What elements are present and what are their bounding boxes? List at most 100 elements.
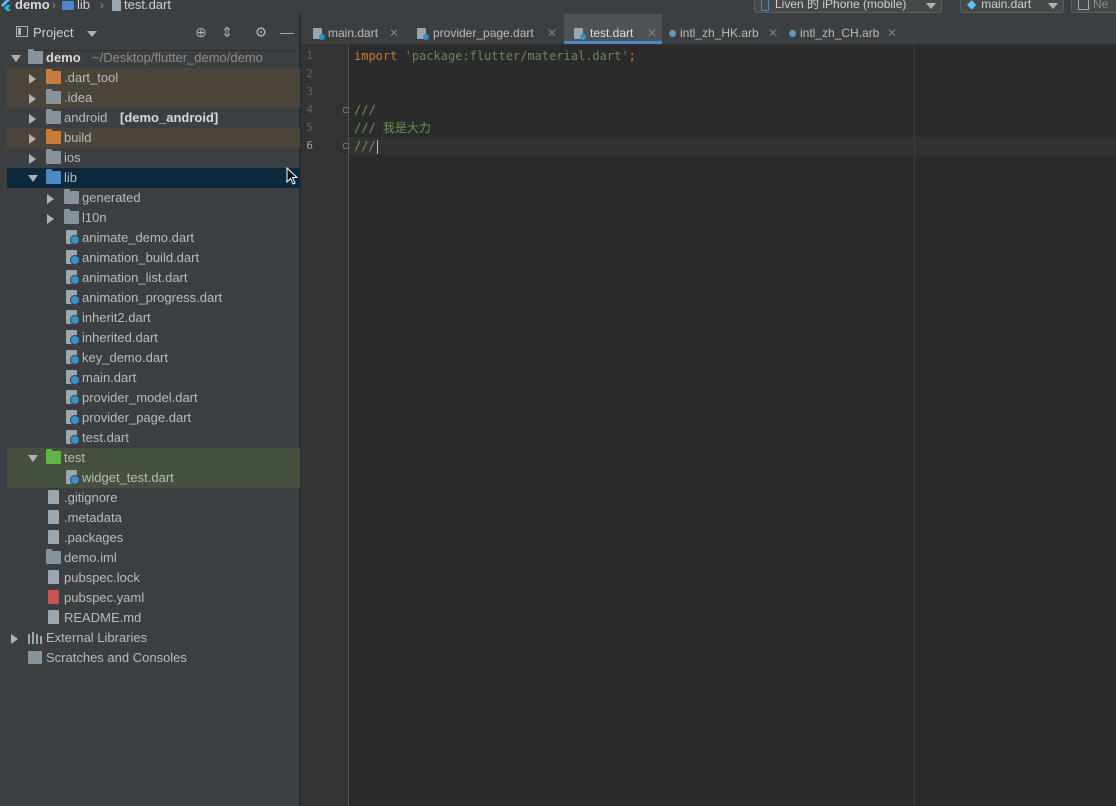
breadcrumb-project[interactable]: demo — [0, 0, 50, 13]
text-file-icon — [48, 510, 59, 524]
tree-item-ios[interactable]: ios — [7, 148, 300, 168]
test-folder-icon — [46, 449, 61, 464]
collapse-all-icon[interactable]: ⇕ — [219, 24, 235, 40]
tree-item-file[interactable]: test.dart — [7, 428, 300, 448]
tree-item-file[interactable]: inherited.dart — [7, 328, 300, 348]
tree-item-file[interactable]: inherit2.dart — [7, 308, 300, 328]
tree-item-l10n[interactable]: l10n — [7, 208, 300, 228]
chevron-right-icon[interactable] — [47, 194, 54, 204]
hide-icon[interactable]: — — [279, 24, 295, 40]
flutter-icon: ◆ — [967, 0, 977, 11]
tree-item-file[interactable]: animate_demo.dart — [7, 228, 300, 248]
tree-item-file[interactable]: .gitignore — [7, 488, 300, 508]
dart-file-icon — [66, 390, 80, 405]
code-line[interactable]: import 'package:flutter/material.dart'; — [354, 47, 636, 65]
tree-item-demo[interactable]: demo ~/Desktop/flutter_demo/demo — [7, 48, 300, 68]
tree-item-module-name: [demo_android] — [120, 110, 219, 125]
chevron-down-icon[interactable] — [11, 55, 21, 62]
tree-item-generated[interactable]: generated — [7, 188, 300, 208]
tree-item-file[interactable]: pubspec.lock — [7, 568, 300, 588]
tree-item-file[interactable]: provider_page.dart — [7, 408, 300, 428]
code-line[interactable]: /// 我是大力 — [354, 119, 431, 137]
breadcrumb-file[interactable]: test.dart — [112, 0, 171, 13]
code-editor[interactable]: import 'package:flutter/material.dart'; … — [349, 45, 1116, 806]
tree-item-file[interactable]: demo.iml — [7, 548, 300, 568]
tree-item-file[interactable]: provider_model.dart — [7, 388, 300, 408]
tree-item-build[interactable]: build — [7, 128, 300, 148]
tree-item-file[interactable]: key_demo.dart — [7, 348, 300, 368]
chevron-down-icon[interactable] — [28, 455, 38, 462]
next-label: Ne — [1093, 0, 1109, 11]
chevron-down-icon[interactable] — [87, 31, 97, 37]
breadcrumb-label: test.dart — [124, 0, 171, 12]
gear-icon[interactable]: ⚙ — [253, 24, 269, 40]
tree-item-external-libraries[interactable]: External Libraries — [7, 628, 300, 648]
yaml-file-icon — [48, 590, 59, 604]
chevron-right-icon[interactable] — [47, 214, 54, 224]
tab-provider-page-dart[interactable]: provider_page.dart ✕ — [405, 14, 563, 44]
tree-item-label: pubspec.yaml — [64, 590, 145, 605]
dart-file-icon — [417, 28, 429, 40]
config-folder-icon — [46, 89, 61, 104]
tree-item-label: generated — [82, 190, 141, 205]
project-view-title[interactable]: Project — [33, 25, 73, 40]
tree-item-file[interactable]: widget_test.dart — [7, 468, 300, 488]
tree-item-file[interactable]: README.md — [7, 608, 300, 628]
editor-gutter[interactable]: 1 2 3 4 5 6 — [301, 45, 349, 806]
tree-item-android[interactable]: android [demo_android] — [7, 108, 300, 128]
tree-item-file[interactable]: main.dart — [7, 368, 300, 388]
project-view-icon — [16, 26, 28, 37]
tab-intl-zh-ch-arb[interactable]: intl_zh_CH.arb ✕ — [783, 14, 903, 44]
dart-file-icon — [66, 230, 80, 245]
device-selector[interactable]: Liven 的 iPhone (mobile) — [754, 0, 942, 13]
flutter-icon — [1, 0, 11, 11]
tree-item-file[interactable]: .packages — [7, 528, 300, 548]
mouse-cursor-icon — [286, 167, 298, 185]
tree-item-label: External Libraries — [46, 630, 148, 645]
chevron-right-icon[interactable] — [29, 154, 36, 164]
next-button[interactable]: Ne — [1071, 0, 1116, 13]
tree-item-label: animation_list.dart — [82, 270, 188, 285]
code-line-current[interactable]: /// — [354, 137, 378, 155]
chevron-right-icon[interactable] — [29, 114, 36, 124]
libraries-icon — [28, 632, 42, 644]
excluded-folder-icon — [46, 69, 61, 84]
tree-item-test[interactable]: test — [7, 448, 300, 468]
chevron-down-icon — [1048, 3, 1058, 9]
dart-file-icon — [66, 430, 80, 445]
project-panel-header: Project ⊕ ⇕ ⚙ — — [7, 14, 300, 51]
folder-icon — [46, 149, 61, 164]
tree-item-dart-tool[interactable]: .dart_tool — [7, 68, 300, 88]
chevron-right-icon[interactable] — [29, 74, 36, 84]
tree-item-file[interactable]: pubspec.yaml — [7, 588, 300, 608]
tree-item-label: .gitignore — [64, 490, 118, 505]
tree-item-file[interactable]: animation_build.dart — [7, 248, 300, 268]
tree-item-label: provider_page.dart — [82, 410, 192, 425]
folder-icon — [64, 209, 79, 224]
tree-item-file[interactable]: animation_list.dart — [7, 268, 300, 288]
locate-icon[interactable]: ⊕ — [193, 24, 209, 40]
tree-item-label: .dart_tool — [64, 70, 119, 85]
devices-icon — [1078, 0, 1089, 11]
tab-test-dart[interactable]: test.dart ✕ — [564, 14, 662, 44]
tree-item-file[interactable]: .metadata — [7, 508, 300, 528]
chevron-down-icon[interactable] — [28, 175, 38, 182]
tree-item-label: key_demo.dart — [82, 350, 168, 365]
chevron-right-icon[interactable] — [29, 94, 36, 104]
tree-item-scratches[interactable]: Scratches and Consoles — [7, 648, 300, 668]
line-number: 2 — [306, 67, 313, 80]
tab-intl-zh-hk-arb[interactable]: intl_zh_HK.arb ✕ — [663, 14, 782, 44]
tree-item-file[interactable]: animation_progress.dart — [7, 288, 300, 308]
chevron-right-icon[interactable] — [29, 134, 36, 144]
code-line[interactable]: /// — [354, 101, 376, 119]
tree-item-label: inherited.dart — [82, 330, 158, 345]
run-config-selector[interactable]: ◆ main.dart — [960, 0, 1064, 13]
tree-item-lib[interactable]: lib — [7, 168, 300, 188]
breadcrumb-folder[interactable]: lib — [62, 0, 90, 13]
line-number-current: 6 — [306, 139, 313, 152]
tab-main-dart[interactable]: main.dart ✕ — [301, 14, 404, 44]
semicolon: ; — [628, 49, 636, 63]
tree-item-idea[interactable]: .idea — [7, 88, 300, 108]
chevron-right-icon[interactable] — [11, 634, 18, 644]
tree-item-label: animation_progress.dart — [82, 290, 223, 305]
